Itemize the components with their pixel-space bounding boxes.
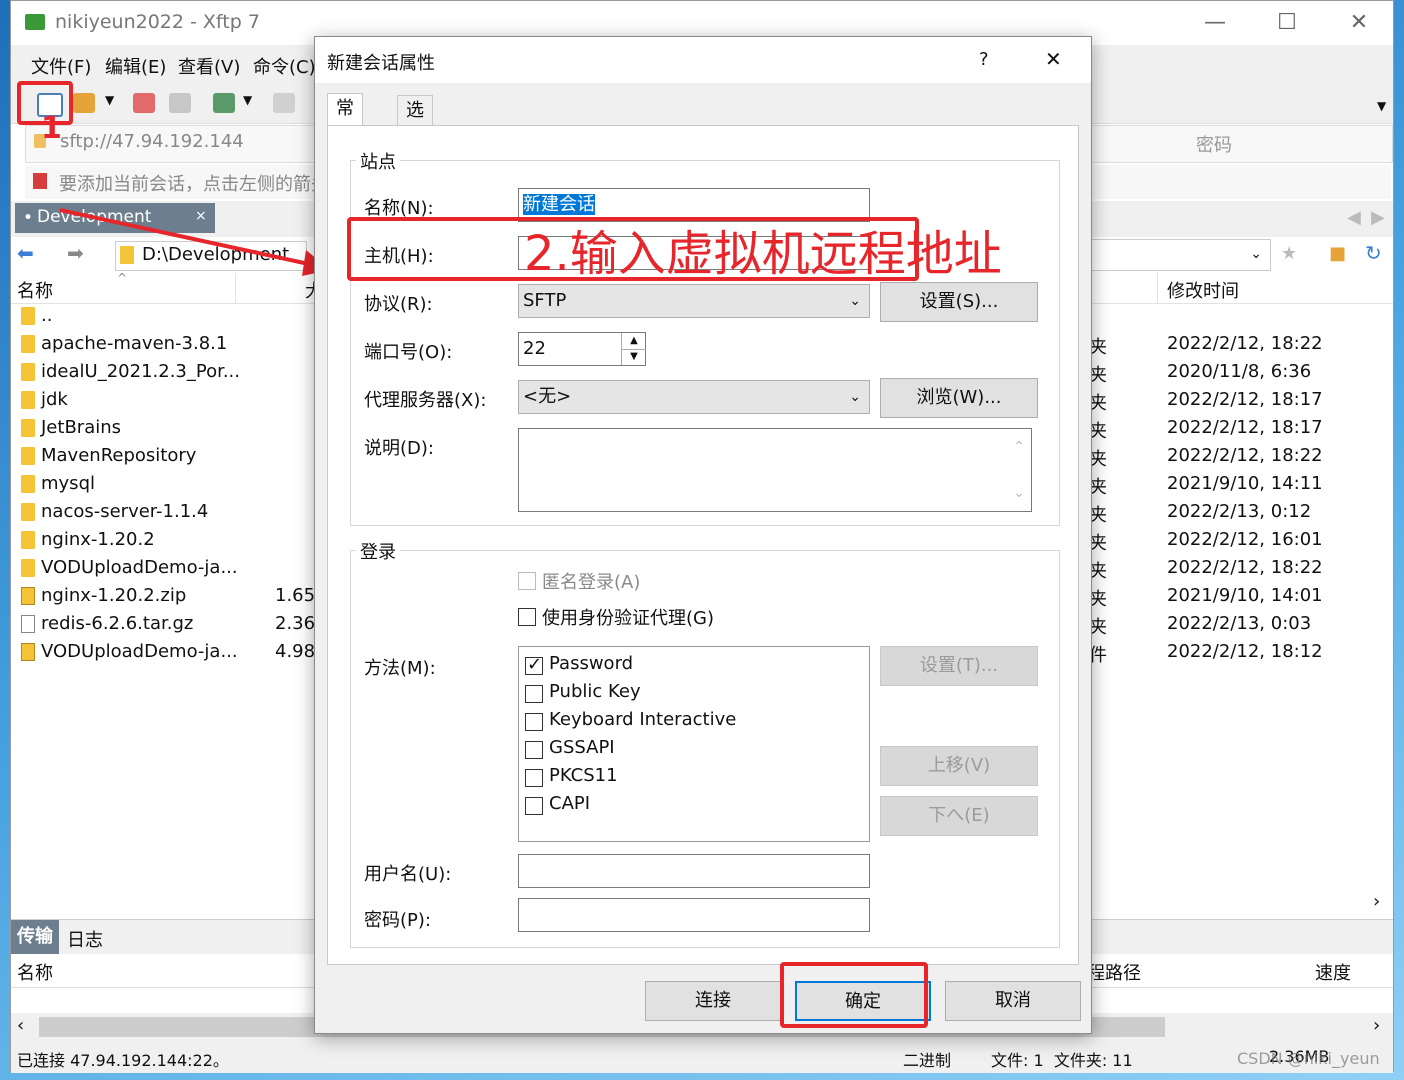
anonymous-label: 匿名登录(A) [542, 572, 641, 593]
chevron-down-icon: ⌄ [849, 293, 861, 309]
proxy-label: 代理服务器(X): [364, 390, 487, 411]
connect-button[interactable]: 连接 [645, 981, 781, 1021]
dialog-help-button[interactable]: ? [979, 49, 989, 70]
port-down-icon[interactable]: ▼ [621, 349, 646, 365]
method-label: 方法(M): [364, 658, 436, 679]
method-label-text: Keyboard Interactive [549, 709, 737, 730]
port-label: 端口号(O): [364, 342, 453, 363]
protocol-label: 协议(R): [364, 294, 433, 315]
method-item[interactable]: Keyboard Interactive [525, 709, 855, 735]
proxy-select[interactable]: <无> ⌄ [518, 380, 870, 414]
password-input[interactable] [518, 898, 870, 932]
method-label-text: CAPI [549, 793, 591, 814]
method-checkbox[interactable] [525, 797, 543, 815]
username-input[interactable] [518, 854, 870, 888]
method-item[interactable]: GSSAPI [525, 737, 855, 763]
dialog-title: 新建会话属性 [327, 53, 435, 74]
port-stepper[interactable]: 22 ▲ ▼ [518, 332, 646, 366]
protocol-value: SFTP [523, 290, 567, 311]
dialog-close-button[interactable]: ✕ [1045, 47, 1062, 71]
annotation-box-ok [780, 962, 928, 1028]
move-up-button[interactable]: 上移(V) [880, 746, 1038, 786]
method-label-text: Password [549, 653, 634, 674]
method-label-text: Public Key [549, 681, 641, 702]
method-checkbox[interactable] [525, 713, 543, 731]
port-value: 22 [523, 338, 546, 359]
move-down-button[interactable]: 下へ(E) [880, 796, 1038, 836]
login-group-label: 登录 [356, 538, 400, 564]
method-checkbox[interactable] [525, 741, 543, 759]
port-up-icon[interactable]: ▲ [621, 333, 646, 350]
tab-options[interactable]: 选项 [397, 95, 433, 151]
arrow-to-dialog [59, 208, 319, 268]
proxy-value: <无> [523, 386, 572, 407]
method-item[interactable]: Public Key [525, 681, 855, 707]
description-textarea[interactable]: ⌃ ⌄ [518, 428, 1032, 512]
description-label: 说明(D): [364, 438, 434, 459]
dialog-title-bar: 新建会话属性 ? ✕ [315, 37, 1091, 83]
protocol-select[interactable]: SFTP ⌄ [518, 284, 870, 318]
method-item[interactable]: Password [525, 653, 855, 679]
method-checkbox[interactable] [525, 769, 543, 787]
use-agent-checkbox[interactable] [518, 608, 536, 626]
use-agent-label: 使用身份验证代理(G) [542, 608, 714, 629]
anonymous-checkbox[interactable] [518, 572, 536, 590]
method-item[interactable]: CAPI [525, 793, 855, 819]
password-label: 密码(P): [364, 910, 431, 931]
method-label-text: PKCS11 [549, 765, 618, 786]
method-checkbox[interactable] [525, 654, 543, 675]
protocol-settings-button[interactable]: 设置(S)... [880, 282, 1038, 322]
cancel-button[interactable]: 取消 [945, 981, 1081, 1021]
method-item[interactable]: PKCS11 [525, 765, 855, 791]
method-settings-button[interactable]: 设置(T)... [880, 646, 1038, 686]
scroll-up-icon[interactable]: ⌃ [1013, 431, 1025, 463]
method-checkbox[interactable] [525, 685, 543, 703]
method-label-text: GSSAPI [549, 737, 615, 758]
site-group-label: 站点 [356, 148, 400, 174]
scroll-down-icon[interactable]: ⌄ [1013, 477, 1025, 509]
chevron-down-icon: ⌄ [849, 389, 861, 405]
new-session-dialog: 新建会话属性 ? ✕ 常规 选项 站点 名称(N): 新建会话 主机(H): 协… [314, 36, 1092, 1034]
proxy-browse-button[interactable]: 浏览(W)... [880, 378, 1038, 418]
name-input-value: 新建会话 [523, 194, 595, 215]
method-list: Password Public Key Keyboard Interactive GS… [518, 646, 870, 842]
username-label: 用户名(U): [364, 864, 452, 885]
tab-general[interactable]: 常规 [327, 93, 363, 149]
annotation-step-2: 2.输入虚拟机远程地址 [524, 226, 1002, 282]
